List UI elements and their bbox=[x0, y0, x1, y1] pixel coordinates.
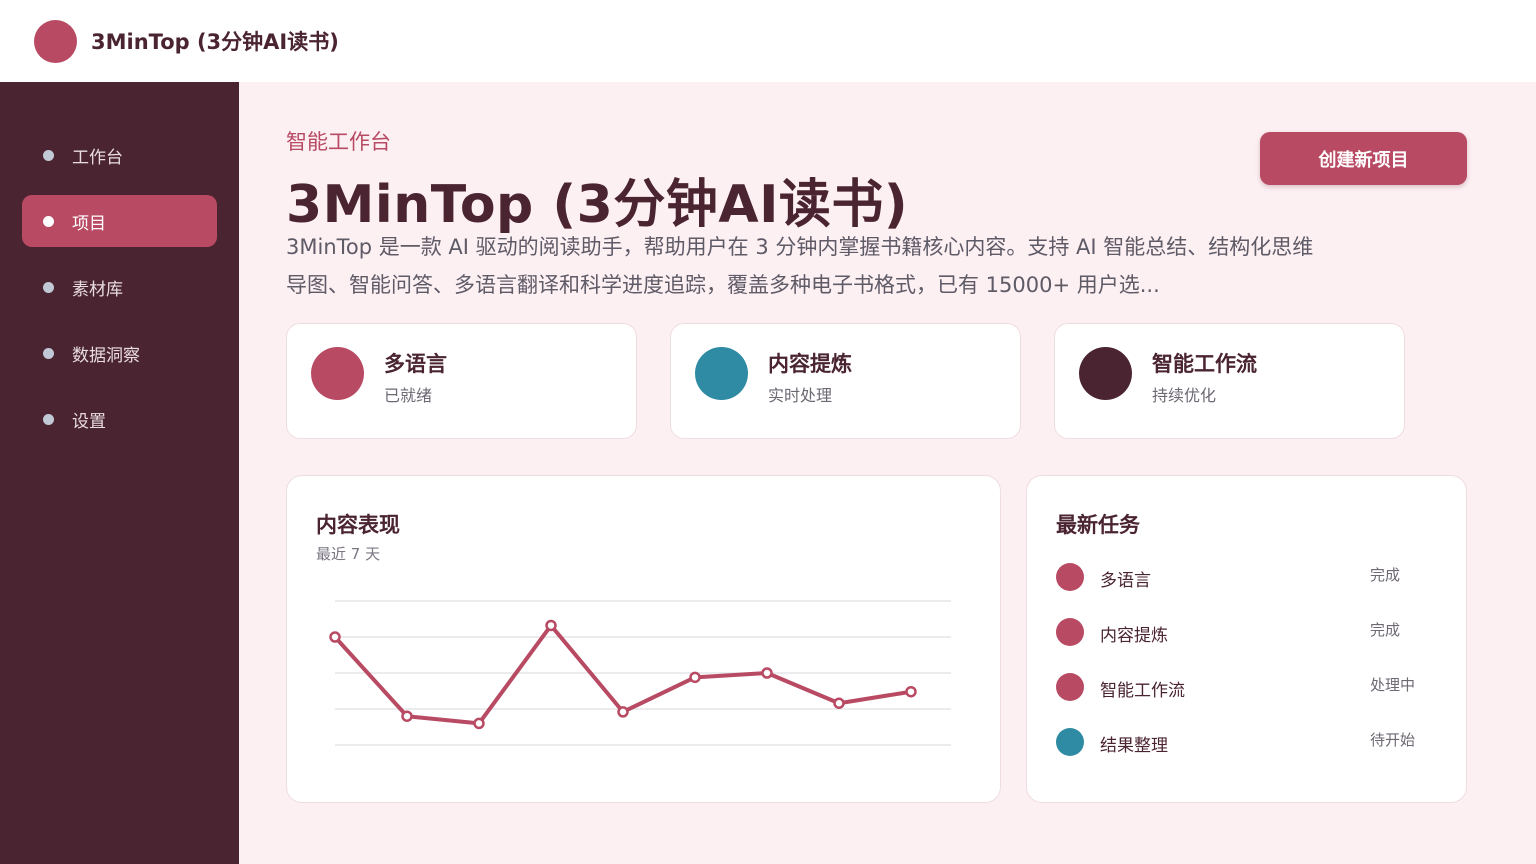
feature-status: 持续优化 bbox=[1152, 386, 1217, 405]
feature-status: 已就绪 bbox=[384, 386, 433, 405]
sidebar-item-label: 项目 bbox=[72, 213, 106, 234]
chart-data-point[interactable] bbox=[761, 667, 773, 679]
chart-data-point[interactable] bbox=[689, 671, 701, 684]
chart-data-point[interactable] bbox=[617, 706, 629, 718]
chart-data-point[interactable] bbox=[905, 685, 917, 698]
sidebar-item-settings[interactable]: 设置 bbox=[22, 393, 217, 445]
task-item[interactable]: 多语言 完成 bbox=[1056, 563, 1436, 593]
task-status: 处理中 bbox=[1370, 676, 1416, 694]
task-name: 内容提炼 bbox=[1100, 626, 1168, 646]
sidebar-item-label: 工作台 bbox=[72, 147, 123, 168]
task-status: 待开始 bbox=[1370, 731, 1416, 749]
feature-title: 智能工作流 bbox=[1152, 352, 1257, 376]
sidebar-item-label: 设置 bbox=[72, 411, 106, 432]
main-content: 智能工作台 3MinTop (3分钟AI读书) 3MinTop 是一款 AI 驱… bbox=[239, 82, 1536, 864]
latest-tasks-panel: 最新任务 多语言 完成 内容提炼 完成 智能工作流 处理中 结果整理 待开始 bbox=[1026, 475, 1467, 803]
chart-data-point[interactable] bbox=[401, 710, 413, 722]
task-dot-icon bbox=[1056, 618, 1084, 646]
task-name: 结果整理 bbox=[1100, 736, 1168, 756]
task-name: 多语言 bbox=[1100, 571, 1151, 591]
task-item[interactable]: 内容提炼 完成 bbox=[1056, 618, 1436, 648]
chart-data-point[interactable] bbox=[329, 631, 341, 643]
task-dot-icon bbox=[1056, 728, 1084, 756]
chart-data-point[interactable] bbox=[833, 697, 845, 709]
sidebar-item-workbench[interactable]: 工作台 bbox=[22, 129, 217, 181]
feature-title: 内容提炼 bbox=[768, 352, 852, 376]
top-bar: 3MinTop (3分钟AI读书) bbox=[0, 0, 1536, 82]
feature-dot-icon bbox=[695, 347, 748, 400]
task-item[interactable]: 结果整理 待开始 bbox=[1056, 728, 1436, 758]
feature-status: 实时处理 bbox=[768, 386, 833, 405]
feature-card-workflow[interactable]: 智能工作流 持续优化 bbox=[1054, 323, 1405, 439]
nav-dot-icon bbox=[43, 281, 54, 293]
content-performance-panel: 内容表现 最近 7 天 bbox=[286, 475, 1001, 803]
chart-data-point[interactable] bbox=[545, 619, 557, 632]
create-project-button[interactable]: 创建新项目 bbox=[1260, 132, 1467, 185]
panel-title: 最新任务 bbox=[1056, 513, 1140, 537]
sidebar-item-label: 数据洞察 bbox=[72, 345, 140, 366]
app-name: 3MinTop (3分钟AI读书) bbox=[91, 30, 339, 54]
nav-dot-icon bbox=[43, 149, 54, 161]
task-status: 完成 bbox=[1370, 621, 1401, 639]
app-logo-icon bbox=[34, 19, 77, 63]
nav-dot-icon bbox=[43, 215, 54, 227]
page-eyebrow: 智能工作台 bbox=[286, 130, 391, 154]
chart-data-point[interactable] bbox=[473, 717, 485, 730]
sidebar-item-materials[interactable]: 素材库 bbox=[22, 261, 217, 313]
page-title: 3MinTop (3分钟AI读书) bbox=[286, 175, 909, 235]
performance-line-chart bbox=[329, 600, 951, 746]
sidebar-item-insights[interactable]: 数据洞察 bbox=[22, 327, 217, 379]
feature-card-extraction[interactable]: 内容提炼 实时处理 bbox=[670, 323, 1021, 439]
feature-card-multilingual[interactable]: 多语言 已就绪 bbox=[286, 323, 637, 439]
task-dot-icon bbox=[1056, 673, 1084, 701]
nav-dot-icon bbox=[43, 347, 54, 359]
sidebar-item-projects[interactable]: 项目 bbox=[22, 195, 217, 247]
page-description: 3MinTop 是一款 AI 驱动的阅读助手，帮助用户在 3 分钟内掌握书籍核心… bbox=[286, 235, 1314, 297]
nav-dot-icon bbox=[43, 413, 54, 425]
sidebar: 工作台 项目 素材库 数据洞察 设置 bbox=[0, 82, 239, 864]
task-name: 智能工作流 bbox=[1100, 681, 1185, 701]
feature-dot-icon bbox=[311, 347, 364, 400]
feature-dot-icon bbox=[1079, 347, 1132, 400]
task-status: 完成 bbox=[1370, 566, 1401, 584]
sidebar-item-label: 素材库 bbox=[72, 279, 123, 300]
task-dot-icon bbox=[1056, 563, 1084, 591]
feature-title: 多语言 bbox=[384, 352, 447, 376]
task-item[interactable]: 智能工作流 处理中 bbox=[1056, 673, 1436, 703]
